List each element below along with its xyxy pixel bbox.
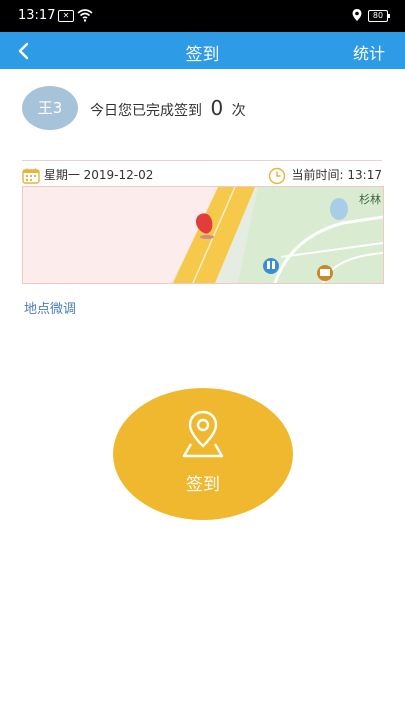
checkin-button[interactable]: 签到 [113,388,293,520]
page-title: 签到 [185,45,220,65]
map-view[interactable]: 杉林 [22,186,384,284]
location-icon [352,9,362,21]
avatar: 王3 [22,86,78,130]
location-adjust-link[interactable]: 地点微调 [24,298,76,317]
checkin-count: 0 [210,96,224,120]
app-header: 签到 统计 [0,32,405,69]
status-bar: 13:17 ✕ 80 [0,0,405,32]
notification-icon: ✕ [58,10,74,22]
clock-icon [268,167,285,184]
time-text: 当前时间: 13:17 [291,168,382,182]
stats-button[interactable]: 统计 [353,40,385,64]
checkin-summary-prefix: 今日您已完成签到 [90,103,202,119]
battery-icon: 80 [368,10,390,22]
checkin-summary-suffix: 次 [231,103,246,119]
time-info: 当前时间: 13:17 [268,166,382,185]
location-pin-icon [182,410,224,458]
checkin-summary: 今日您已完成签到 0 次 [90,96,246,120]
date-info: 星期一 2019-12-02 [22,166,153,184]
checkin-button-label: 签到 [186,475,220,495]
map-graphic [23,187,383,283]
map-place-label: 杉林 [359,193,381,206]
calendar-icon [22,168,40,184]
date-text: 星期一 2019-12-02 [43,168,154,182]
wifi-icon [77,9,93,22]
status-time: 13:17 [18,8,56,23]
info-bar: 星期一 2019-12-02 当前时间: 13:17 [22,160,382,187]
